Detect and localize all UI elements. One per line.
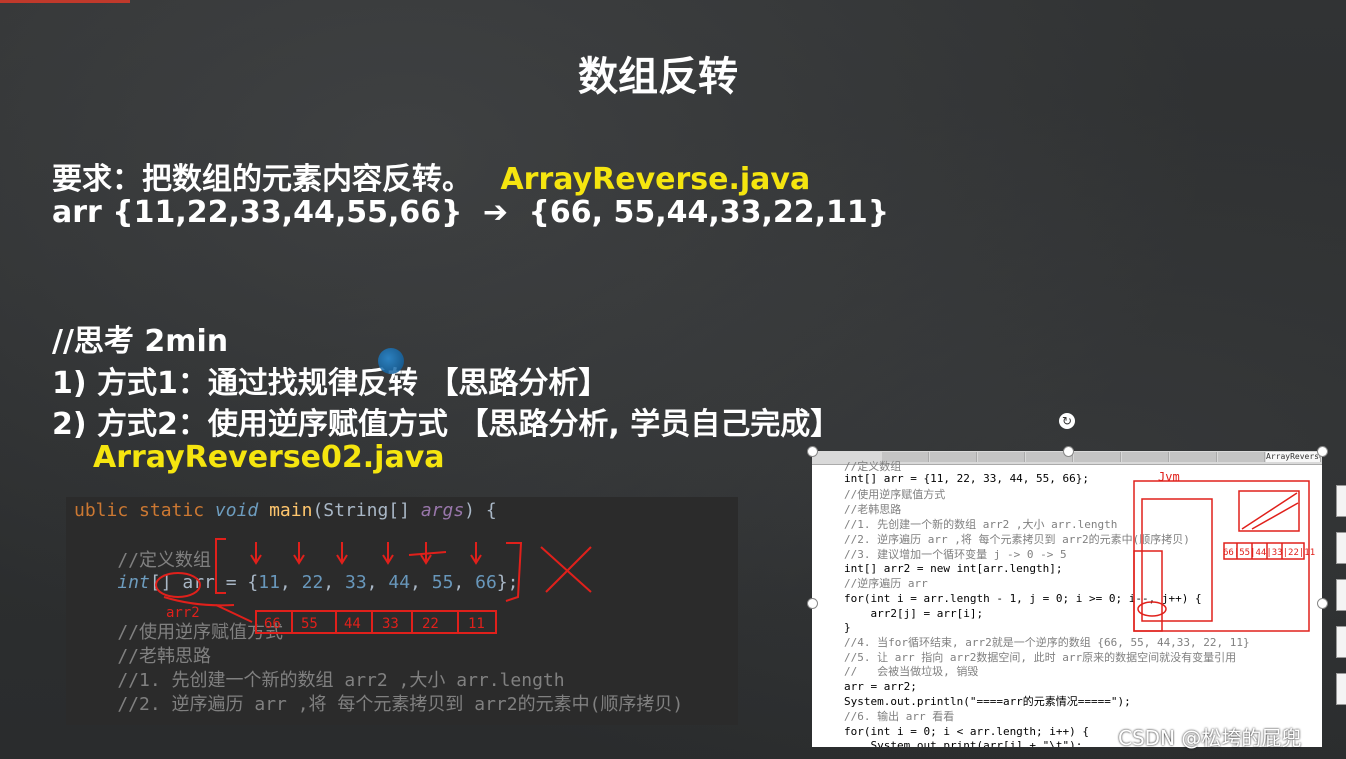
watermark: CSDN @松垮的屁兜 <box>1118 726 1302 750</box>
resize-handle[interactable] <box>807 446 818 457</box>
handwritten-box: 66 <box>264 616 281 632</box>
annotation-boxes: 66|55|44|33|22|11 <box>1223 548 1315 558</box>
embedded-screenshot[interactable]: ArrayReverse02.java //定义数组 int[] arr = {… <box>812 451 1322 747</box>
handwritten-arr2-label: arr2 <box>166 605 200 621</box>
side-toolbar-button[interactable] <box>1336 579 1346 611</box>
resize-handle[interactable] <box>1317 598 1328 609</box>
cursor-dot-icon <box>378 348 404 374</box>
method1-line: 1) 方式1：通过找规律反转 【思路分析】 <box>52 366 609 401</box>
example-right: {66, 55,44,33,22,11} <box>528 195 890 230</box>
handwritten-annotations: arr2 66 55 44 33 22 11 <box>155 538 592 634</box>
side-toolbar-button[interactable] <box>1336 532 1346 564</box>
slide-title: 数组反转 <box>578 54 738 100</box>
handwritten-box: 22 <box>422 616 439 632</box>
annotation-jvm: Jvm <box>1158 470 1180 484</box>
requirement-file: ArrayReverse.java <box>500 162 811 197</box>
handwritten-annotations: Jvm 66|55|44|33|22|11 <box>1133 470 1315 632</box>
handwritten-box: 33 <box>382 616 399 632</box>
method2-line: 2) 方式2：使用逆序赋值方式 【思路分析, 学员自己完成】 <box>52 407 841 442</box>
example-line: arr {11,22,33,44,55,66} ➔ {66, 55,44,33,… <box>52 195 889 230</box>
right-arrow-icon: ➔ <box>482 195 509 230</box>
handwritten-box: 11 <box>468 616 485 632</box>
method2-file: ArrayReverse02.java <box>93 440 445 475</box>
handwritten-box: 55 <box>301 616 318 632</box>
resize-handle[interactable] <box>1317 446 1328 457</box>
resize-handle[interactable] <box>1063 446 1074 457</box>
side-toolbar-button[interactable] <box>1336 626 1346 658</box>
requirement-line: 要求：把数组的元素内容反转。 ArrayReverse.java <box>52 154 810 198</box>
top-accent-bar <box>0 0 130 3</box>
requirement-text: 要求：把数组的元素内容反转。 <box>52 162 472 197</box>
example-left: arr {11,22,33,44,55,66} <box>52 195 463 230</box>
handwritten-box: 44 <box>344 616 361 632</box>
resize-handle[interactable] <box>807 598 818 609</box>
side-toolbar-button[interactable] <box>1336 485 1346 517</box>
rotate-handle-icon[interactable]: ↻ <box>1059 413 1075 429</box>
think-line: //思考 2min <box>52 324 229 359</box>
code-panel: ublic static void main(String[] args) { … <box>66 497 738 725</box>
side-toolbar-button[interactable] <box>1336 673 1346 705</box>
